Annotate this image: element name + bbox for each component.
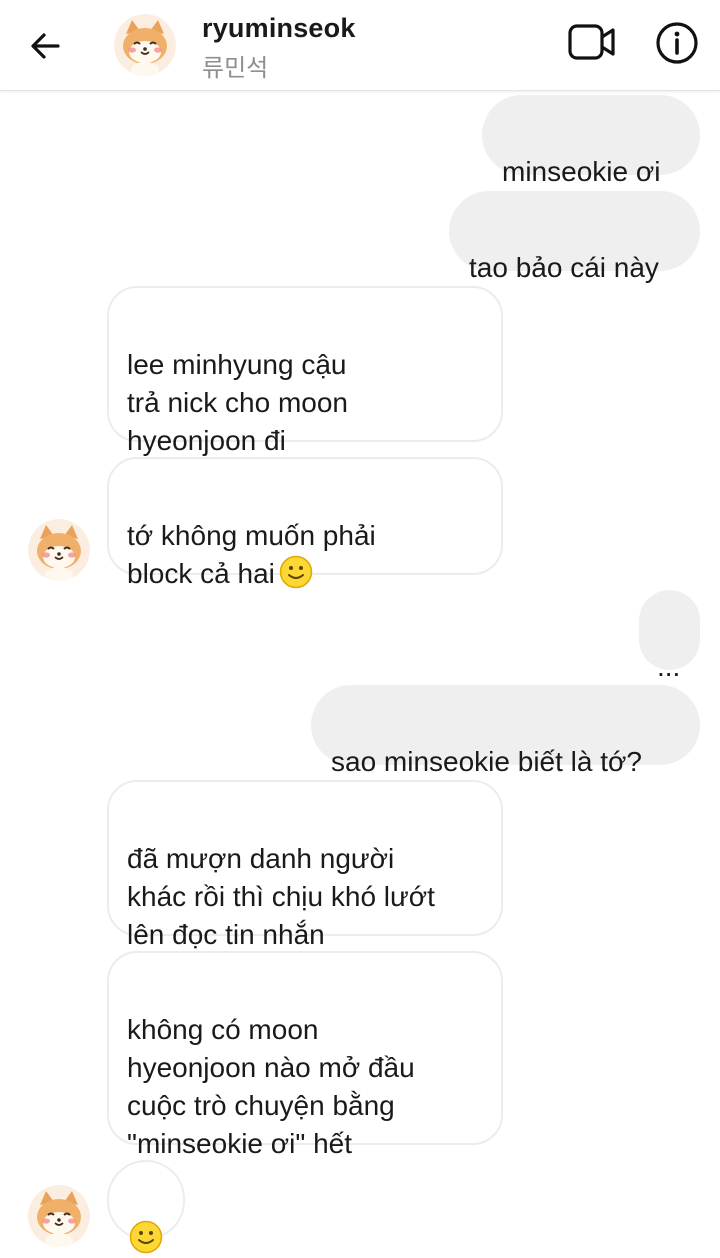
message-text: tao bảo cái này bbox=[469, 252, 659, 283]
message-text: lee minhyung cậu trả nick cho moon hyeon… bbox=[127, 349, 348, 456]
avatar[interactable] bbox=[114, 14, 176, 76]
message-outgoing[interactable]: minseokie ơi bbox=[482, 95, 700, 187]
video-call-icon[interactable] bbox=[566, 20, 618, 64]
message-text: đã mượn danh người khác rồi thì chịu khó… bbox=[127, 843, 435, 950]
message-outgoing[interactable]: sao minseokie biết là tớ? bbox=[311, 685, 700, 777]
message-text: ... bbox=[657, 651, 681, 682]
message-incoming[interactable]: lee minhyung cậu trả nick cho moon hyeon… bbox=[107, 286, 503, 456]
chat-username[interactable]: ryuminseok bbox=[202, 13, 356, 44]
message-incoming[interactable] bbox=[107, 1160, 185, 1240]
message-outgoing[interactable]: tao bảo cái này bbox=[449, 191, 700, 283]
message-incoming[interactable]: tớ không muốn phải block cả hai bbox=[107, 457, 503, 589]
message-text: sao minseokie biết là tớ? bbox=[331, 746, 642, 777]
message-text: minseokie ơi bbox=[502, 156, 661, 187]
message-text: tớ không muốn phải block cả hai bbox=[127, 520, 376, 589]
message-text: không có moon hyeonjoon nào mở đầu cuộc … bbox=[127, 1014, 415, 1159]
slightly-smiling-face-emoji bbox=[129, 1220, 163, 1254]
message-incoming[interactable]: đã mượn danh người khác rồi thì chịu khó… bbox=[107, 780, 503, 950]
message-list[interactable]: minseokie ơi tao bảo cái này lee minhyun… bbox=[0, 91, 720, 1248]
message-outgoing[interactable]: ... bbox=[639, 590, 700, 682]
info-icon[interactable] bbox=[654, 20, 700, 66]
avatar[interactable] bbox=[28, 519, 90, 581]
chat-subtitle: 류민석 bbox=[202, 54, 269, 82]
message-incoming[interactable]: không có moon hyeonjoon nào mở đầu cuộc … bbox=[107, 951, 503, 1159]
avatar[interactable] bbox=[28, 1185, 90, 1247]
chat-header: ryuminseok 류민석 bbox=[0, 0, 720, 91]
slightly-smiling-face-emoji bbox=[279, 555, 313, 589]
arrow-left-icon[interactable] bbox=[24, 24, 68, 68]
